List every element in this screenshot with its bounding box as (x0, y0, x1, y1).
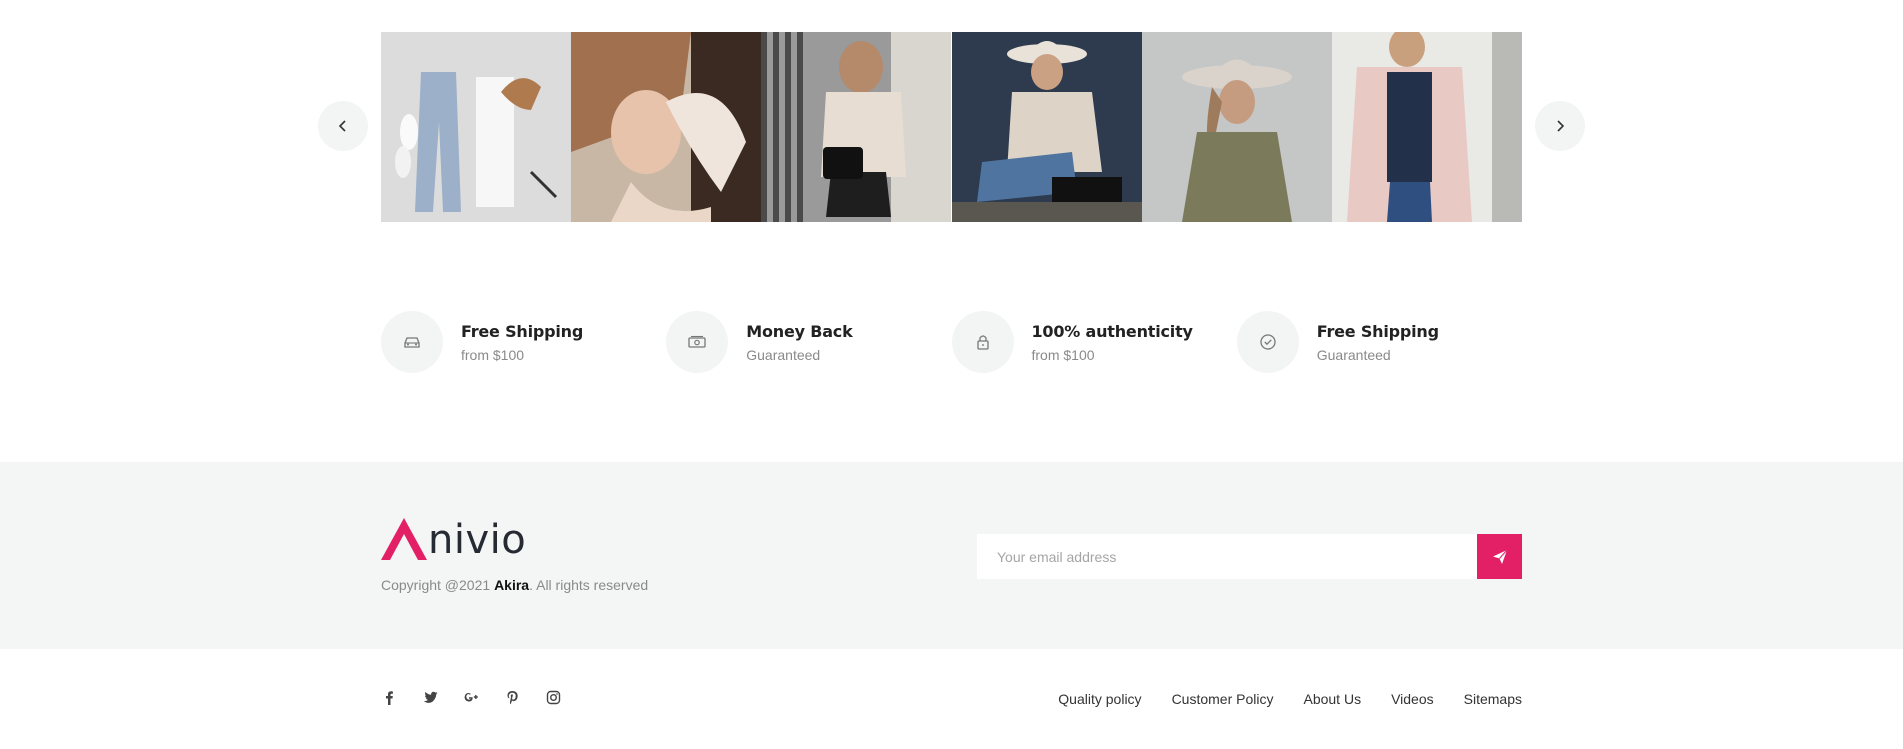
feature-item: Money Back Guaranteed (666, 311, 951, 373)
facebook-icon (385, 690, 393, 705)
feature-subtitle: Guaranteed (1316, 346, 1391, 363)
feature-subtitle: from $100 (461, 346, 525, 363)
feature-item: Free Shipping from $100 (381, 311, 666, 373)
copyright-brand[interactable]: Akira (494, 577, 529, 593)
money-icon (688, 335, 706, 348)
gallery-next-button[interactable] (1535, 101, 1585, 151)
twitter-icon (423, 691, 437, 703)
instagram-link[interactable] (545, 689, 561, 705)
lock-icon (976, 335, 989, 350)
feature-subtitle: from $100 (1031, 346, 1095, 363)
google-plus-icon (464, 692, 478, 702)
footer-links: Quality policy Customer Policy About Us … (1028, 691, 1522, 707)
logo-mark (381, 518, 427, 560)
feature-subtitle: Guaranteed (746, 346, 821, 363)
gallery-photo[interactable] (951, 32, 1142, 222)
feature-title: 100% authenticity (1031, 321, 1193, 341)
paper-plane-icon (1492, 549, 1507, 564)
footer-bottom: Quality policy Customer Policy About Us … (0, 649, 1903, 749)
footer-link-sitemaps[interactable]: Sitemaps (1464, 691, 1522, 707)
instagram-gallery (0, 0, 1903, 240)
pinterest-icon (506, 690, 518, 704)
logo-text: nivio (428, 517, 527, 563)
twitter-link[interactable] (422, 689, 438, 705)
footer-link-about-us[interactable]: About Us (1303, 691, 1361, 707)
logo[interactable]: nivio (381, 516, 526, 560)
subscribe-button[interactable] (1477, 534, 1522, 579)
footer-link-quality-policy[interactable]: Quality policy (1058, 691, 1141, 707)
email-input[interactable] (977, 534, 1477, 579)
facebook-link[interactable] (381, 689, 397, 705)
chevron-left-icon (338, 120, 346, 132)
feature-title: Free Shipping (1316, 321, 1439, 341)
feature-title: Free Shipping (461, 321, 584, 341)
gallery-prev-button[interactable] (318, 101, 368, 151)
check-circle-icon (1260, 334, 1276, 350)
social-links (381, 689, 586, 705)
footer-link-customer-policy[interactable]: Customer Policy (1172, 691, 1274, 707)
footer-top: nivio Copyright @2021 Akira. All rights … (0, 462, 1903, 649)
copyright-text: Copyright @2021 Akira. All rights reserv… (381, 577, 649, 593)
feature-title: Money Back (746, 321, 853, 341)
footer-link-videos[interactable]: Videos (1391, 691, 1434, 707)
gallery-photo[interactable] (1141, 32, 1332, 222)
chevron-right-icon (1557, 120, 1565, 132)
gallery-photo[interactable] (571, 32, 762, 222)
gallery-photo[interactable] (381, 32, 571, 222)
gallery-photos (381, 32, 1522, 222)
feature-item: Free Shipping Guaranteed (1236, 311, 1522, 373)
car-icon (404, 337, 420, 348)
instagram-icon (546, 690, 560, 704)
google-plus-link[interactable] (463, 689, 479, 705)
newsletter-form (977, 534, 1522, 579)
gallery-photo[interactable] (1331, 32, 1522, 222)
pinterest-link[interactable] (504, 689, 520, 705)
gallery-photo[interactable] (761, 32, 952, 222)
features-row: Free Shipping from $100 Money Back Guara… (381, 311, 1522, 373)
feature-item: 100% authenticity from $100 (951, 311, 1237, 373)
